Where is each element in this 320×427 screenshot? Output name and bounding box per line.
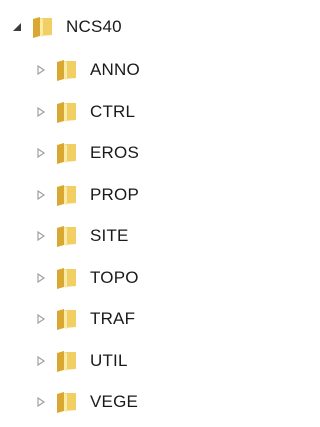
collapsed-arrow-icon[interactable] <box>34 395 48 409</box>
folder-icon <box>54 348 80 374</box>
folder-icon <box>54 223 80 249</box>
tree-node-topo[interactable]: TOPO <box>34 265 139 291</box>
collapsed-arrow-icon[interactable] <box>34 312 48 326</box>
tree-node-traf[interactable]: TRAF <box>34 306 135 332</box>
folder-icon <box>54 57 80 83</box>
tree-node-label: VEGE <box>90 392 139 411</box>
tree-node-label: PROP <box>90 184 139 204</box>
tree-node-label: ANNO <box>90 60 140 79</box>
collapsed-arrow-icon[interactable] <box>34 271 48 285</box>
folder-icon <box>54 182 80 208</box>
tree-node-anno[interactable]: ANNO <box>34 57 140 83</box>
tree-node-vege[interactable]: VEGE <box>34 389 138 415</box>
tree-node-eros[interactable]: EROS <box>34 140 139 166</box>
folder-tree: NCS40 ANNO CTRL EROS PROP SITE TOPO TRAF UTIL VE… <box>0 0 263 427</box>
folder-icon <box>54 389 80 415</box>
collapsed-arrow-icon[interactable] <box>34 188 48 202</box>
tree-node-prop[interactable]: PROP <box>34 182 139 208</box>
collapsed-arrow-icon[interactable] <box>34 105 48 119</box>
tree-node-site[interactable]: SITE <box>34 223 129 249</box>
folder-icon <box>30 14 56 40</box>
folder-icon <box>54 306 80 332</box>
folder-icon <box>54 99 80 125</box>
collapsed-arrow-icon[interactable] <box>34 63 48 77</box>
tree-node-label: SITE <box>90 226 129 245</box>
folder-icon <box>54 265 80 291</box>
collapsed-arrow-icon[interactable] <box>34 354 48 368</box>
tree-node-label: EROS <box>90 143 139 162</box>
expanded-arrow-icon[interactable] <box>10 20 24 34</box>
tree-node-ncs40[interactable]: NCS40 <box>10 14 122 40</box>
tree-node-label: CTRL <box>90 101 136 121</box>
folder-icon <box>54 140 80 166</box>
collapsed-arrow-icon[interactable] <box>34 146 48 160</box>
tree-node-label: NCS40 <box>66 17 122 36</box>
tree-node-label: TRAF <box>90 309 136 328</box>
tree-node-util[interactable]: UTIL <box>34 348 128 374</box>
tree-node-label: TOPO <box>90 267 139 287</box>
tree-node-label: UTIL <box>90 350 128 370</box>
tree-node-ctrl[interactable]: CTRL <box>34 99 135 125</box>
collapsed-arrow-icon[interactable] <box>34 229 48 243</box>
